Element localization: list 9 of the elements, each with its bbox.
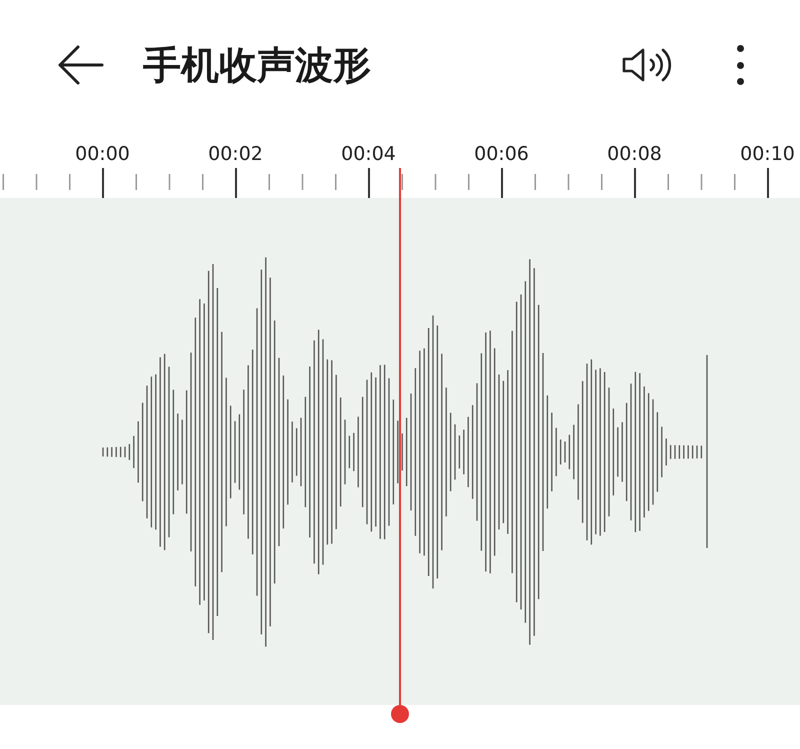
playhead[interactable]: [391, 168, 409, 723]
time-label: 00:10: [740, 142, 795, 166]
time-label: 00:08: [607, 142, 662, 166]
time-label: 00:02: [208, 142, 263, 166]
time-label: 00:00: [75, 142, 130, 166]
time-label: 00:04: [341, 142, 396, 166]
time-label: 00:06: [474, 142, 529, 166]
more-menu-icon[interactable]: [735, 43, 745, 87]
page-title: 手机收声波形: [143, 42, 371, 88]
